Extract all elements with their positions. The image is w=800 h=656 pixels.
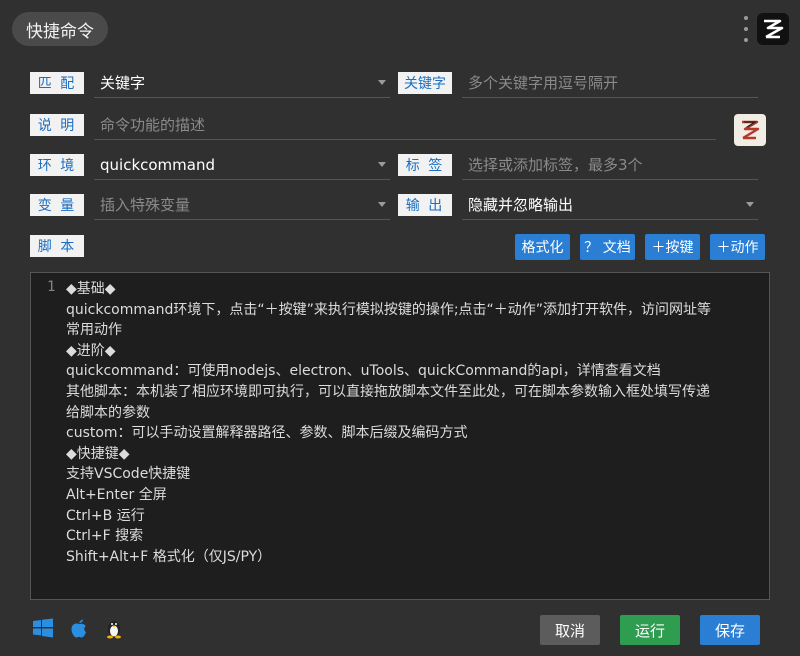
page-title-text: 快捷命令 xyxy=(26,21,94,42)
format-button-label: 格式化 xyxy=(521,240,564,256)
code-line: Shift+Alt+F 格式化（仅JS/PY） xyxy=(66,548,272,565)
save-button[interactable]: 保存 xyxy=(700,615,760,645)
add-key-button-label: ＋按键 xyxy=(651,240,694,256)
line-number: 1 xyxy=(47,279,56,295)
keyword-label-text: 关键字 xyxy=(404,76,446,92)
command-icon-picker[interactable] xyxy=(734,114,766,146)
code-line: 常用动作 xyxy=(66,322,122,339)
linux-icon[interactable] xyxy=(103,617,125,639)
add-action-button-label: ＋动作 xyxy=(716,240,759,256)
output-select[interactable]: 隐藏并忽略输出 xyxy=(462,190,758,220)
environment-select-value: quickcommand xyxy=(100,155,215,174)
code-line: 其他脚本：本机装了相应环境即可执行，可以直接拖放脚本文件至此处，可在脚本参数输入… xyxy=(66,383,710,400)
environment-select[interactable]: quickcommand xyxy=(94,150,390,180)
code-line: quickcommand：可使用nodejs、electron、uTools、q… xyxy=(66,363,661,380)
add-action-button[interactable]: ＋动作 xyxy=(710,234,765,260)
keyword-input-placeholder: 多个关键字用逗号隔开 xyxy=(468,74,619,92)
editor-content[interactable]: ◆基础◆ quickcommand环境下，点击“＋按键”来执行模拟按键的操作;点… xyxy=(66,279,764,567)
windows-icon[interactable] xyxy=(32,617,54,639)
variables-label-text: 变 量 xyxy=(37,198,77,214)
chevron-down-icon xyxy=(378,162,386,167)
output-select-value: 隐藏并忽略输出 xyxy=(468,196,574,214)
code-line: 给脚本的参数 xyxy=(66,404,150,421)
docs-button-label: ？ 文档 xyxy=(584,240,631,256)
page-title: 快捷命令 xyxy=(12,12,108,46)
match-select[interactable]: 关键字 xyxy=(94,68,390,98)
description-input[interactable]: 命令功能的描述 xyxy=(94,110,716,140)
run-button-label: 运行 xyxy=(634,621,665,640)
format-button[interactable]: 格式化 xyxy=(515,234,570,260)
tags-label: 标 签 xyxy=(398,154,452,176)
description-label-text: 说 明 xyxy=(37,118,77,134)
match-select-value: 关键字 xyxy=(100,74,146,92)
match-label-text: 匹 配 xyxy=(37,76,77,92)
environment-label: 环 境 xyxy=(30,154,84,176)
code-line: Ctrl+B 运行 xyxy=(66,507,145,524)
variables-select-placeholder: 插入特殊变量 xyxy=(100,196,191,214)
cancel-button-label: 取消 xyxy=(554,621,585,640)
add-key-button[interactable]: ＋按键 xyxy=(645,234,700,260)
docs-button[interactable]: ？ 文档 xyxy=(580,234,635,260)
cancel-button[interactable]: 取消 xyxy=(540,615,600,645)
script-label: 脚 本 xyxy=(30,235,84,257)
variables-label: 变 量 xyxy=(30,194,84,216)
output-label-text: 输 出 xyxy=(405,198,445,214)
environment-label-text: 环 境 xyxy=(37,158,77,174)
tags-select-placeholder: 选择或添加标签，最多3个 xyxy=(468,156,643,174)
match-label: 匹 配 xyxy=(30,72,84,94)
description-label: 说 明 xyxy=(30,114,84,136)
output-label: 输 出 xyxy=(398,194,452,216)
script-label-text: 脚 本 xyxy=(37,239,77,255)
chevron-down-icon xyxy=(378,202,386,207)
tags-label-text: 标 签 xyxy=(405,158,445,174)
code-line: ◆快捷键◆ xyxy=(66,445,130,462)
command-icon xyxy=(742,120,760,140)
keyword-input[interactable]: 多个关键字用逗号隔开 xyxy=(462,68,758,98)
description-input-placeholder: 命令功能的描述 xyxy=(100,116,206,134)
chevron-down-icon xyxy=(378,80,386,85)
run-button[interactable]: 运行 xyxy=(620,615,680,645)
tags-select[interactable]: 选择或添加标签，最多3个 xyxy=(462,150,758,180)
apple-icon[interactable] xyxy=(68,617,90,639)
code-line: Ctrl+F 搜索 xyxy=(66,528,144,545)
save-button-label: 保存 xyxy=(714,621,745,640)
code-line: ◆基础◆ xyxy=(66,281,116,297)
keyword-label: 关键字 xyxy=(398,72,452,94)
chevron-down-icon xyxy=(746,202,754,207)
quickcommand-logo-icon xyxy=(757,13,789,45)
code-line: 支持VSCode快捷键 xyxy=(66,466,191,483)
code-line: quickcommand环境下，点击“＋按键”来执行模拟按键的操作;点击“＋动作… xyxy=(66,301,712,318)
script-editor[interactable]: 1 ◆基础◆ quickcommand环境下，点击“＋按键”来执行模拟按键的操作… xyxy=(30,272,770,600)
code-line: custom：可以手动设置解释器路径、参数、脚本后缀及编码方式 xyxy=(66,425,468,442)
code-line: Alt+Enter 全屏 xyxy=(66,486,167,503)
code-line: ◆进阶◆ xyxy=(66,342,116,359)
variables-select[interactable]: 插入特殊变量 xyxy=(94,190,390,220)
more-vertical-icon[interactable] xyxy=(740,16,752,42)
